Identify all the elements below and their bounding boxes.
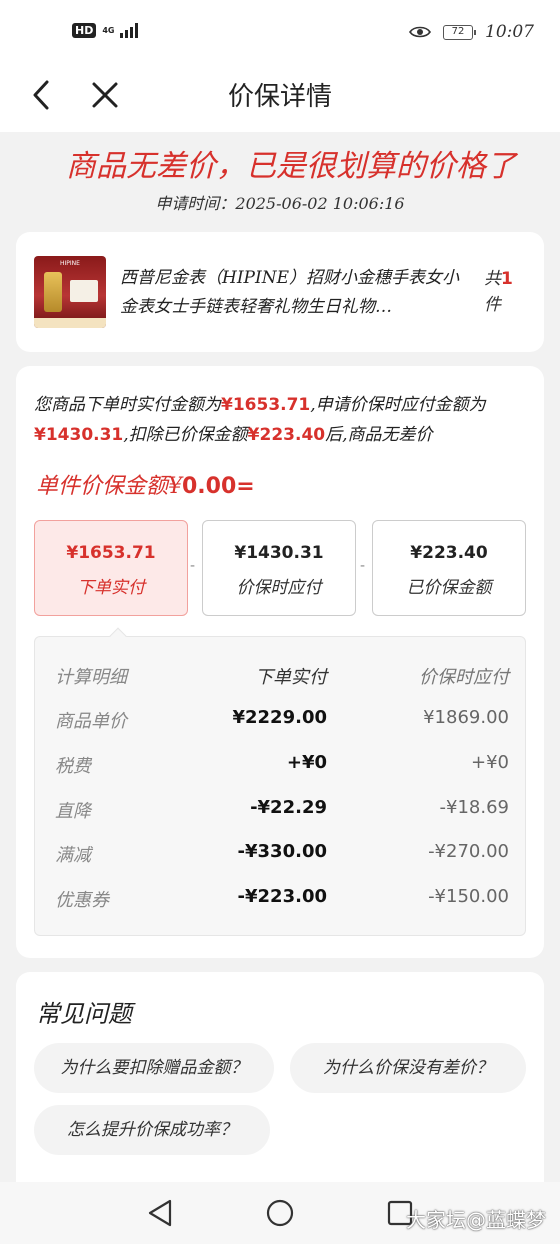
price-box-current-payable[interactable]: ¥1430.31 价保时应付: [202, 520, 356, 616]
unit-protection-amount: 单件价保金额¥0.00=: [36, 468, 255, 500]
calc-row-current-payable: ¥1869.00: [423, 707, 509, 728]
unit-amount-value: 0.00: [182, 474, 237, 499]
summary-text-2: ,申请价保时应付金额为: [310, 395, 486, 415]
price-box-value: ¥1653.71: [66, 543, 156, 563]
thumbnail-strip: [34, 318, 106, 328]
status-bar: HD 4G 72 10:07: [0, 0, 560, 64]
faq-chip-improve-success[interactable]: 怎么提升价保成功率？: [34, 1105, 270, 1155]
summary-text-3: ,扣除已价保金额: [123, 425, 248, 445]
qty-number: 1: [501, 269, 513, 289]
page-title: 价保详情: [227, 82, 332, 112]
calc-row-order-paid: -¥223.00: [237, 886, 327, 907]
calc-header-current-payable: 价保时应付: [419, 667, 509, 688]
table-row: 优惠券 -¥223.00 -¥150.00: [35, 886, 527, 916]
product-title: 西普尼金表（HIPINE）招财小金穗手表女小金表女士手链表轻奢礼物生日礼物…: [120, 268, 459, 317]
nav-home-circle-icon[interactable]: [265, 1198, 295, 1228]
faq-chip-no-difference[interactable]: 为什么价保没有差价？: [290, 1043, 526, 1093]
status-time: 10:07: [485, 22, 534, 42]
unit-amount-label: 单件价保金额¥: [36, 474, 182, 499]
watch-image: [44, 272, 62, 312]
calc-row-label: 直降: [55, 801, 91, 822]
minus-operator: -: [190, 558, 196, 574]
table-row: 税费 +¥0 +¥0: [35, 752, 527, 782]
header-area: HD 4G 72 10:07 价保详情: [0, 0, 560, 132]
calc-row-label: 满减: [55, 845, 91, 866]
faq-chip-gift-deduction[interactable]: 为什么要扣除赠品金额？: [34, 1043, 274, 1093]
calc-row-current-payable: -¥270.00: [428, 841, 509, 862]
calc-header-row: 计算明细 下单实付 价保时应付: [35, 663, 527, 693]
apply-time: 申请时间：2025-06-02 10:06:16: [155, 194, 405, 213]
eye-icon: [409, 26, 431, 38]
status-left: HD 4G: [72, 22, 139, 38]
calc-row-current-payable: +¥0: [471, 752, 509, 773]
summary-text: 您商品下单时实付金额为¥1653.71,申请价保时应付金额为 ¥1430.31,扣…: [34, 390, 530, 450]
calc-row-label: 税费: [55, 756, 91, 777]
battery-icon: 72: [443, 24, 476, 40]
product-quantity: 共1 件: [484, 266, 514, 318]
qty-prefix: 共: [484, 269, 501, 289]
calc-header-label: 计算明细: [55, 667, 127, 688]
calc-row-current-payable: -¥18.69: [439, 797, 509, 818]
watermark: 大家坛@蓝蝶梦: [406, 1208, 546, 1232]
summary-text-4: 后,商品无差价: [325, 425, 433, 445]
calc-row-order-paid: -¥22.29: [250, 797, 327, 818]
calc-row-order-paid: ¥2229.00: [232, 707, 327, 728]
faq-card: 常见问题 为什么要扣除赠品金额？ 为什么价保没有差价？ 怎么提升价保成功率？: [16, 972, 544, 1182]
table-row: 满减 -¥330.00 -¥270.00: [35, 841, 527, 871]
hd-badge: HD: [72, 22, 97, 38]
calc-header-order-paid: 下单实付: [255, 667, 327, 688]
table-row: 商品单价 ¥2229.00 ¥1869.00: [35, 707, 527, 737]
price-box-order-paid[interactable]: ¥1653.71 下单实付: [34, 520, 188, 616]
table-row: 直降 -¥22.29 -¥18.69: [35, 797, 527, 827]
faq-title: 常见问题: [36, 1000, 132, 1028]
calc-row-label: 优惠券: [55, 890, 109, 911]
calculation-detail-table: 计算明细 下单实付 价保时应付 商品单价 ¥2229.00 ¥1869.00 税…: [34, 636, 526, 936]
current-payable-amount: ¥1430.31: [34, 425, 124, 445]
network-type: 4G: [102, 25, 115, 35]
price-protection-detail-card: 您商品下单时实付金额为¥1653.71,申请价保时应付金额为¥1430.31,扣…: [16, 366, 544, 958]
qty-suffix: 件: [484, 295, 501, 315]
status-right: 72 10:07: [409, 22, 534, 42]
minus-operator: -: [360, 558, 366, 574]
product-card[interactable]: HIPINE 西普尼金表（HIPINE）招财小金穗手表女小金表女士手链表轻奢礼物…: [16, 232, 544, 352]
nav-bar: 价保详情: [0, 64, 560, 126]
no-difference-slogan: 商品无差价，已是很划算的价格了: [66, 149, 516, 184]
gift-box-image: [70, 280, 98, 302]
price-box-label: 价保时应付: [236, 578, 322, 598]
price-box-label: 下单实付: [77, 578, 145, 598]
calc-row-order-paid: -¥330.00: [237, 841, 327, 862]
thumbnail-brand: HIPINE: [60, 260, 80, 267]
paid-amount: ¥1653.71: [221, 395, 311, 415]
calc-row-current-payable: -¥150.00: [428, 886, 509, 907]
summary-text-1: 您商品下单时实付金额为: [34, 395, 221, 415]
protected-amount: ¥223.40: [247, 425, 326, 445]
price-box-value: ¥223.40: [410, 543, 488, 563]
nav-back-triangle-icon[interactable]: [146, 1198, 174, 1228]
price-box-protected[interactable]: ¥223.40 已价保金额: [372, 520, 526, 616]
product-thumbnail: HIPINE: [34, 256, 106, 328]
price-box-label: 已价保金额: [406, 578, 492, 598]
signal-icon: [120, 22, 139, 38]
calc-row-order-paid: +¥0: [286, 752, 327, 773]
unit-amount-suffix: =: [236, 474, 255, 499]
calc-row-label: 商品单价: [55, 711, 127, 732]
price-box-value: ¥1430.31: [234, 543, 324, 563]
